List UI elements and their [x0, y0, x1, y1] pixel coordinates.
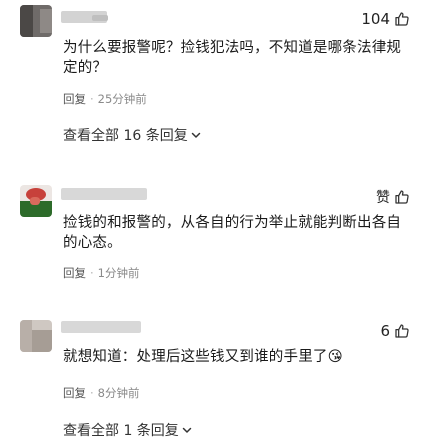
meta-separator: · — [90, 266, 94, 280]
comment-text: 为什么要报警呢？捡钱犯法吗，不知道是哪条法律规定的？ — [63, 40, 402, 76]
view-all-replies-button[interactable]: 查看全部 16 条回复 — [63, 125, 202, 145]
thumbs-up-icon — [394, 189, 410, 205]
like-count: 6 — [380, 322, 390, 340]
comment-meta: 回复 · 8分钟前 — [63, 385, 139, 401]
meta-separator: · — [90, 92, 94, 106]
view-all-replies-label: 查看全部 16 条回复 — [63, 128, 188, 144]
thumbs-up-icon — [394, 11, 410, 27]
like-count: 104 — [361, 10, 390, 28]
avatar[interactable] — [20, 320, 52, 352]
reply-button[interactable]: 回复 — [63, 385, 86, 401]
like-button[interactable]: 104 — [361, 10, 410, 28]
like-button[interactable]: 赞 — [376, 187, 410, 207]
comment-text-body: 就想知道：处理后这些钱又到谁的手里了 — [63, 349, 328, 365]
username-redacted — [92, 15, 108, 21]
avatar[interactable] — [20, 185, 52, 217]
reply-button[interactable]: 回复 — [63, 91, 86, 107]
chevron-down-icon — [181, 424, 193, 436]
view-all-replies-label: 查看全部 1 条回复 — [63, 423, 179, 439]
comment-time: 8分钟前 — [97, 386, 140, 400]
meta-separator: · — [90, 386, 94, 400]
view-all-replies-button[interactable]: 查看全部 1 条回复 — [63, 420, 193, 440]
comment-text: 就想知道：处理后这些钱又到谁的手里了😘 — [63, 347, 403, 367]
kiss-emoji-icon: 😘 — [327, 349, 343, 365]
like-count: 赞 — [376, 190, 390, 206]
like-button[interactable]: 6 — [380, 322, 410, 340]
reply-button[interactable]: 回复 — [63, 265, 86, 281]
comment-time: 1分钟前 — [97, 266, 140, 280]
comment-meta: 回复 · 25分钟前 — [63, 91, 147, 107]
chevron-down-icon — [190, 129, 202, 141]
username-redacted[interactable] — [61, 188, 147, 200]
username-redacted[interactable] — [61, 321, 141, 333]
thumbs-up-icon — [394, 323, 410, 339]
avatar[interactable] — [20, 5, 52, 37]
comment-meta: 回复 · 1分钟前 — [63, 265, 139, 281]
comment-text: 捡钱的和报警的，从各自的行为举止就能判断出各自的心态。 — [63, 215, 402, 251]
comment-time: 25分钟前 — [97, 92, 147, 106]
